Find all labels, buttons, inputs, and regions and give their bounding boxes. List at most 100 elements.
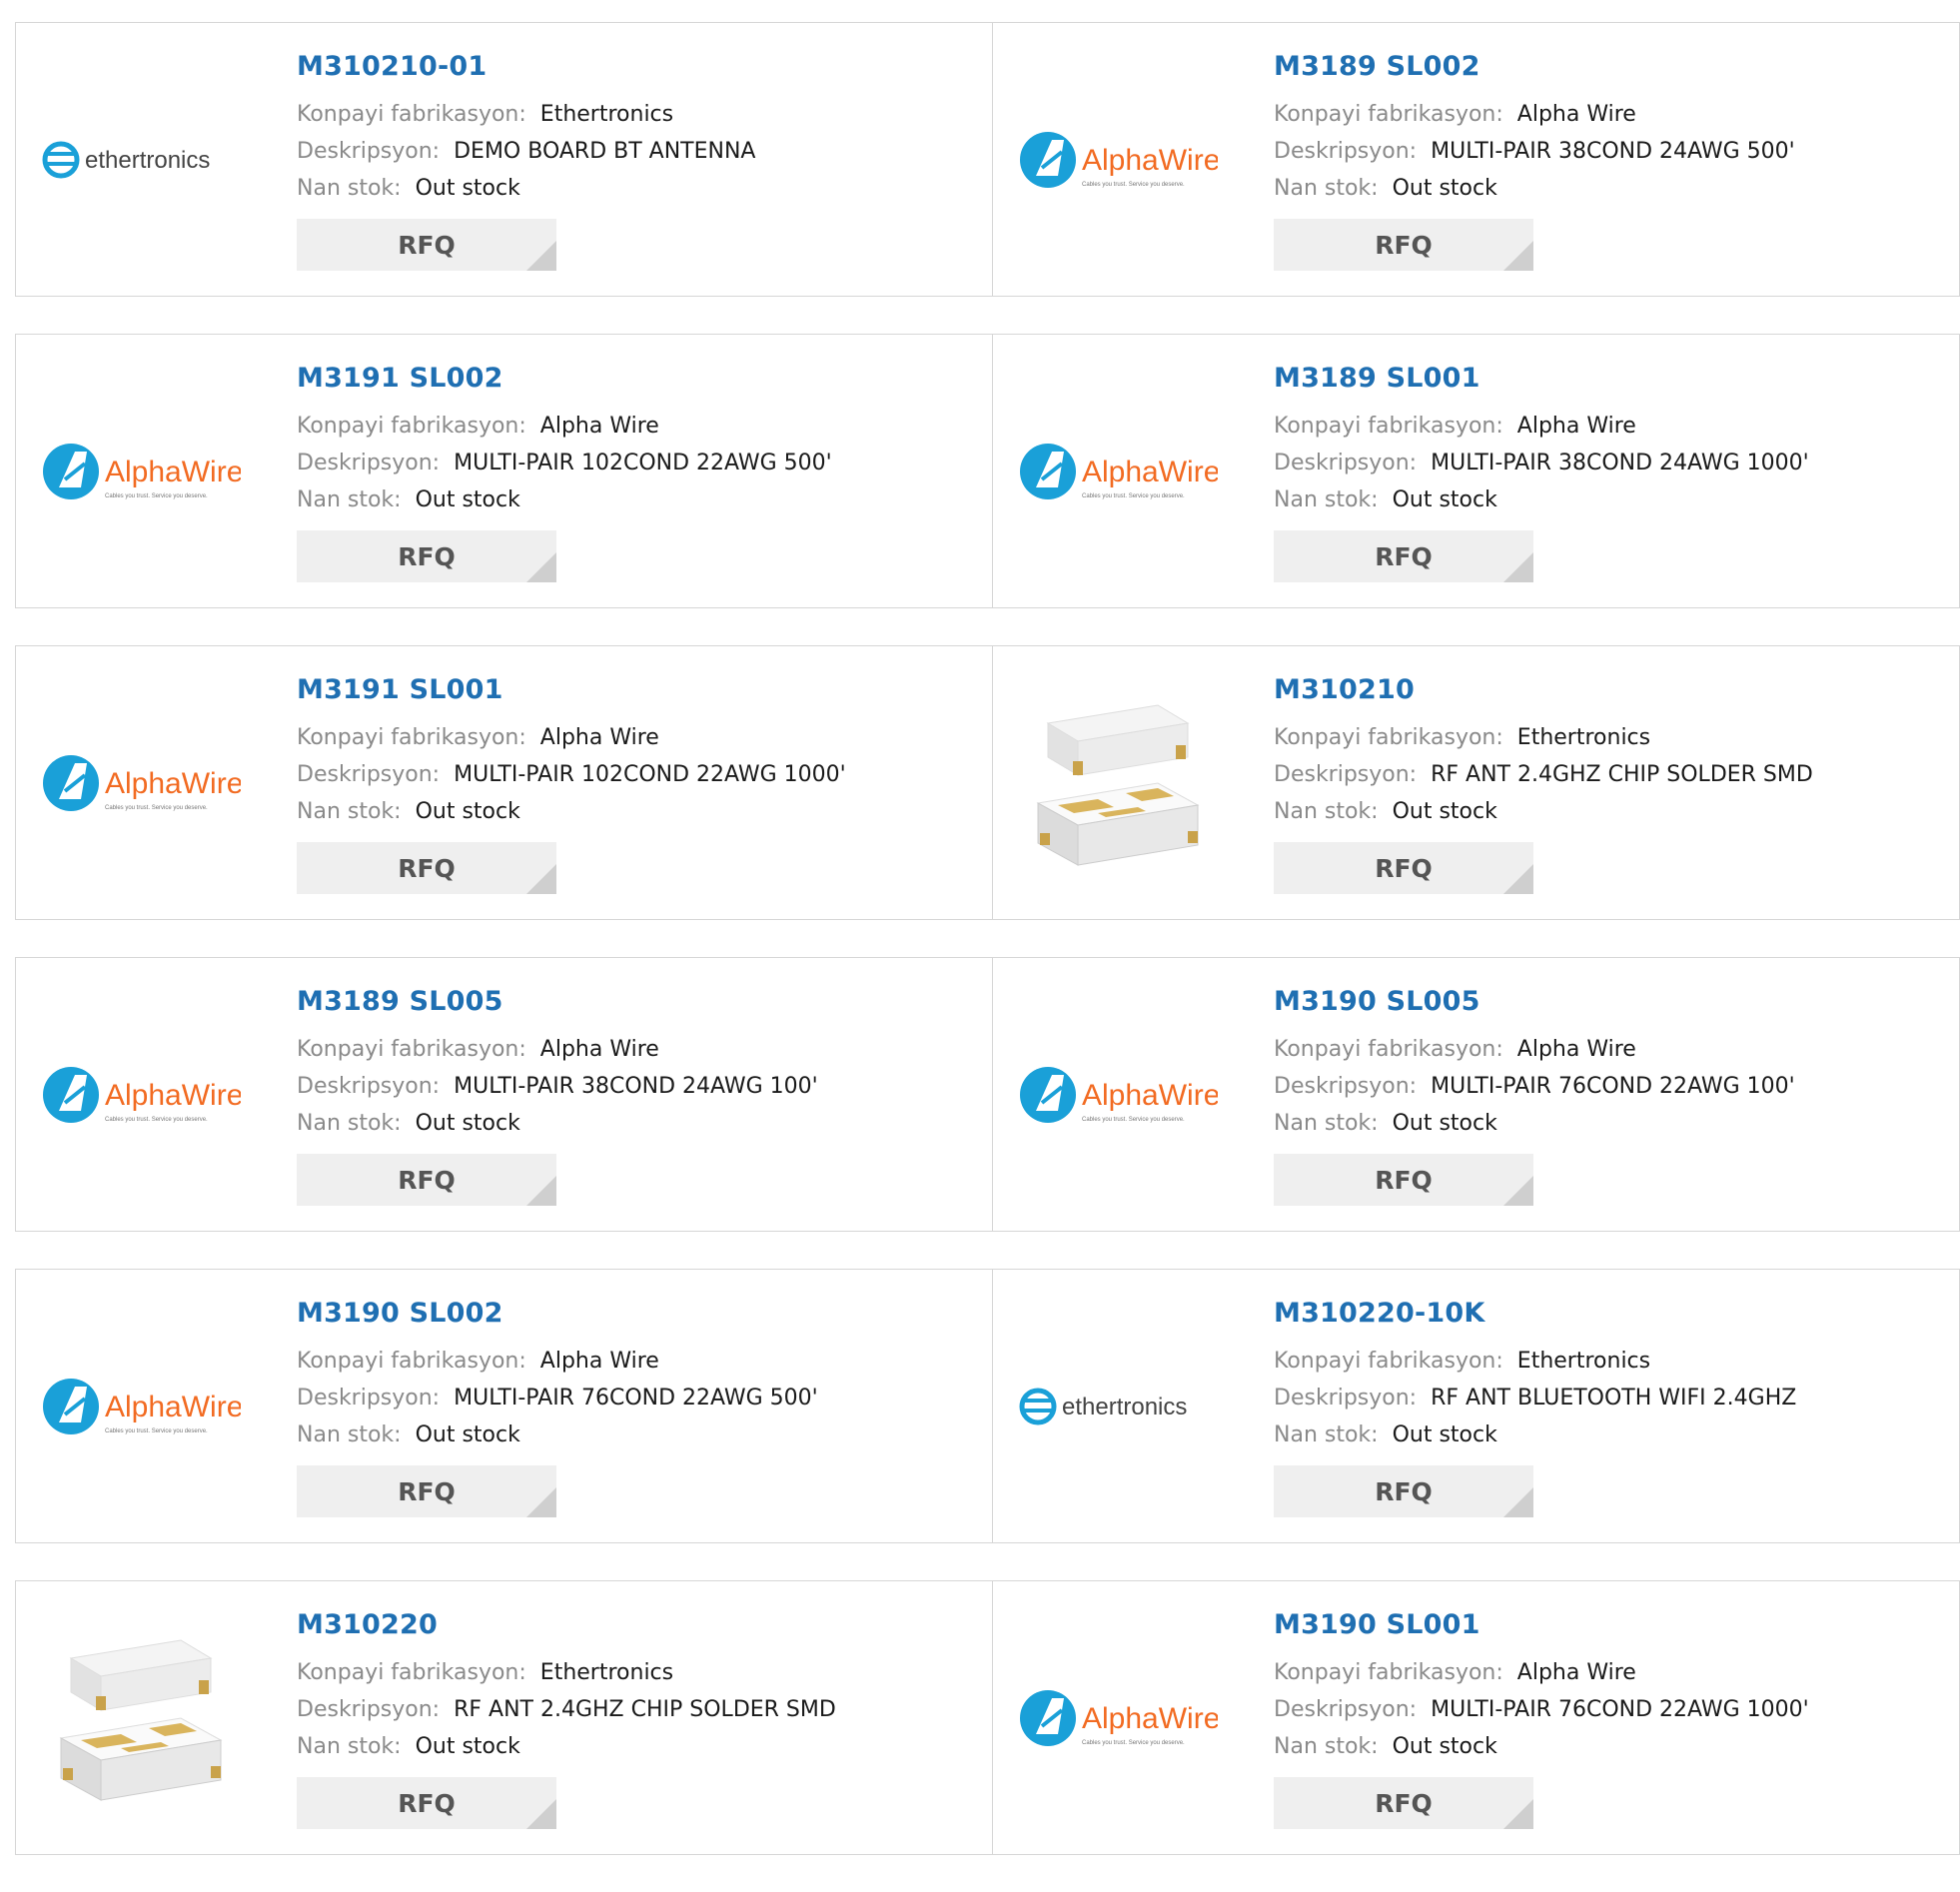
stock-row: Nan stok: Out stock (1274, 793, 1813, 830)
manufacturer-row: Konpayi fabrikasyon: Ethertronics (297, 1654, 836, 1691)
manufacturer-label: Konpayi fabrikasyon: (297, 1349, 526, 1374)
product-card: AlphaWire Cables you trust. Service you d… (993, 957, 1960, 1232)
part-number-link[interactable]: M3189 SL005 (297, 986, 818, 1017)
rfq-button[interactable]: RFQ (297, 1777, 556, 1829)
part-number-link[interactable]: M310220 (297, 1609, 836, 1640)
stock-value: Out stock (1392, 487, 1497, 512)
stock-row: Nan stok: Out stock (1274, 1728, 1809, 1765)
part-number-link[interactable]: M3189 SL001 (1274, 363, 1809, 394)
manufacturer-row: Konpayi fabrikasyon: Alpha Wire (297, 408, 832, 445)
manufacturer-logo[interactable]: ethertronics (1013, 1302, 1223, 1511)
manufacturer-logo[interactable]: ethertronics (36, 55, 246, 265)
alphawire-logo-icon: AlphaWire Cables you trust. Service you d… (43, 1067, 241, 1123)
description-value: RF ANT 2.4GHZ CHIP SOLDER SMD (1431, 762, 1813, 787)
stock-row: Nan stok: Out stock (1274, 481, 1809, 518)
product-info: M310220 Konpayi fabrikasyon: Ethertronics… (297, 1609, 836, 1829)
rfq-button[interactable]: RFQ (297, 1154, 556, 1206)
part-number-link[interactable]: M310220-10K (1274, 1298, 1796, 1329)
rfq-button[interactable]: RFQ (297, 219, 556, 271)
product-info: M3190 SL002 Konpayi fabrikasyon: Alpha Wi… (297, 1298, 818, 1517)
product-info: M3191 SL002 Konpayi fabrikasyon: Alpha Wi… (297, 363, 832, 582)
ethertronics-logo-icon: ethertronics (42, 141, 210, 179)
product-info: M3189 SL005 Konpayi fabrikasyon: Alpha Wi… (297, 986, 818, 1206)
rfq-button[interactable]: RFQ (1274, 1154, 1533, 1206)
manufacturer-row: Konpayi fabrikasyon: Alpha Wire (297, 1031, 818, 1068)
manufacturer-logo[interactable]: AlphaWire Cables you trust. Service you d… (1013, 990, 1223, 1200)
part-number-link[interactable]: M310210 (1274, 674, 1813, 705)
rfq-button[interactable]: RFQ (1274, 842, 1533, 894)
manufacturer-row: Konpayi fabrikasyon: Ethertronics (1274, 1343, 1796, 1380)
manufacturer-logo[interactable]: AlphaWire Cables you trust. Service you d… (1013, 1613, 1223, 1823)
stock-label: Nan stok: (297, 487, 402, 512)
stock-value: Out stock (415, 1734, 520, 1759)
rfq-button[interactable]: RFQ (297, 842, 556, 894)
description-value: RF ANT BLUETOOTH WIFI 2.4GHZ (1431, 1386, 1797, 1411)
rfq-button[interactable]: RFQ (1274, 530, 1533, 582)
product-info: M3189 SL001 Konpayi fabrikasyon: Alpha Wi… (1274, 363, 1809, 582)
rfq-button[interactable]: RFQ (1274, 1465, 1533, 1517)
manufacturer-logo[interactable]: AlphaWire Cables you trust. Service you d… (36, 990, 246, 1200)
alphawire-logo-icon: AlphaWire Cables you trust. Service you d… (1020, 1067, 1218, 1123)
stock-value: Out stock (1392, 799, 1497, 824)
stock-value: Out stock (1392, 176, 1497, 201)
manufacturer-logo[interactable]: AlphaWire Cables you trust. Service you d… (36, 678, 246, 888)
description-label: Deskripsyon: (297, 139, 441, 164)
description-value: RF ANT 2.4GHZ CHIP SOLDER SMD (454, 1697, 836, 1722)
chip-antenna-image (59, 1639, 223, 1801)
part-number-link[interactable]: M3191 SL002 (297, 363, 832, 394)
product-info: M310210 Konpayi fabrikasyon: Ethertronics… (1274, 674, 1813, 894)
manufacturer-row: Konpayi fabrikasyon: Alpha Wire (1274, 408, 1809, 445)
description-label: Deskripsyon: (1274, 1697, 1418, 1722)
description-row: Deskripsyon: MULTI-PAIR 76COND 22AWG 500' (297, 1380, 818, 1417)
stock-row: Nan stok: Out stock (297, 1728, 836, 1765)
manufacturer-value: Alpha Wire (1516, 1037, 1636, 1062)
description-row: Deskripsyon: MULTI-PAIR 76COND 22AWG 1000… (1274, 1691, 1809, 1728)
stock-label: Nan stok: (1274, 487, 1379, 512)
part-number-link[interactable]: M3190 SL001 (1274, 1609, 1809, 1640)
manufacturer-logo[interactable]: AlphaWire Cables you trust. Service you d… (1013, 55, 1223, 265)
product-row: AlphaWire Cables you trust. Service you d… (15, 957, 1960, 1232)
stock-value: Out stock (415, 1111, 520, 1136)
alphawire-tagline: Cables you trust. Service you deserve. (1082, 1117, 1185, 1123)
product-card: AlphaWire Cables you trust. Service you d… (15, 957, 993, 1232)
part-number-link[interactable]: M3190 SL005 (1274, 986, 1795, 1017)
manufacturer-logo[interactable]: AlphaWire Cables you trust. Service you d… (36, 1302, 246, 1511)
product-info: M3191 SL001 Konpayi fabrikasyon: Alpha Wi… (297, 674, 846, 894)
part-number-link[interactable]: M310210-01 (297, 51, 755, 82)
alphawire-tagline: Cables you trust. Service you deserve. (105, 1117, 208, 1123)
product-info: M310210-01 Konpayi fabrikasyon: Ethertron… (297, 51, 755, 271)
manufacturer-logo[interactable] (36, 1613, 246, 1823)
part-number-link[interactable]: M3189 SL002 (1274, 51, 1795, 82)
alphawire-tagline: Cables you trust. Service you deserve. (1082, 182, 1185, 188)
rfq-button[interactable]: RFQ (1274, 1777, 1533, 1829)
stock-row: Nan stok: Out stock (297, 481, 832, 518)
manufacturer-logo[interactable]: AlphaWire Cables you trust. Service you d… (1013, 367, 1223, 576)
rfq-button[interactable]: RFQ (1274, 219, 1533, 271)
chip-antenna-image (1036, 704, 1200, 866)
alphawire-logo-text: AlphaWire (105, 456, 241, 488)
part-number-link[interactable]: M3190 SL002 (297, 1298, 818, 1329)
alphawire-tagline: Cables you trust. Service you deserve. (1082, 1740, 1185, 1746)
product-card: ethertronics M310220-10K Konpayi fabrika… (993, 1269, 1960, 1543)
manufacturer-label: Konpayi fabrikasyon: (297, 414, 526, 439)
manufacturer-value: Alpha Wire (539, 725, 659, 750)
product-card: AlphaWire Cables you trust. Service you d… (993, 22, 1960, 297)
manufacturer-label: Konpayi fabrikasyon: (1274, 725, 1503, 750)
part-number-link[interactable]: M3191 SL001 (297, 674, 846, 705)
alphawire-logo-text: AlphaWire (105, 1079, 241, 1112)
product-card: M310220 Konpayi fabrikasyon: Ethertronics… (15, 1580, 993, 1855)
rfq-button[interactable]: RFQ (297, 1465, 556, 1517)
stock-row: Nan stok: Out stock (297, 1417, 818, 1453)
description-value: MULTI-PAIR 38COND 24AWG 500' (1431, 139, 1795, 164)
description-label: Deskripsyon: (1274, 1074, 1418, 1099)
product-grid: ethertronics M310210-01 Konpayi fabrikas… (15, 22, 1960, 1892)
manufacturer-logo[interactable]: AlphaWire Cables you trust. Service you d… (36, 367, 246, 576)
manufacturer-logo[interactable] (1013, 678, 1223, 888)
description-row: Deskripsyon: MULTI-PAIR 102COND 22AWG 500… (297, 445, 832, 481)
description-row: Deskripsyon: RF ANT 2.4GHZ CHIP SOLDER SM… (1274, 756, 1813, 793)
stock-label: Nan stok: (1274, 176, 1379, 201)
rfq-button[interactable]: RFQ (297, 530, 556, 582)
stock-value: Out stock (415, 1422, 520, 1447)
stock-value: Out stock (1392, 1111, 1497, 1136)
description-value: MULTI-PAIR 76COND 22AWG 1000' (1431, 1697, 1809, 1722)
